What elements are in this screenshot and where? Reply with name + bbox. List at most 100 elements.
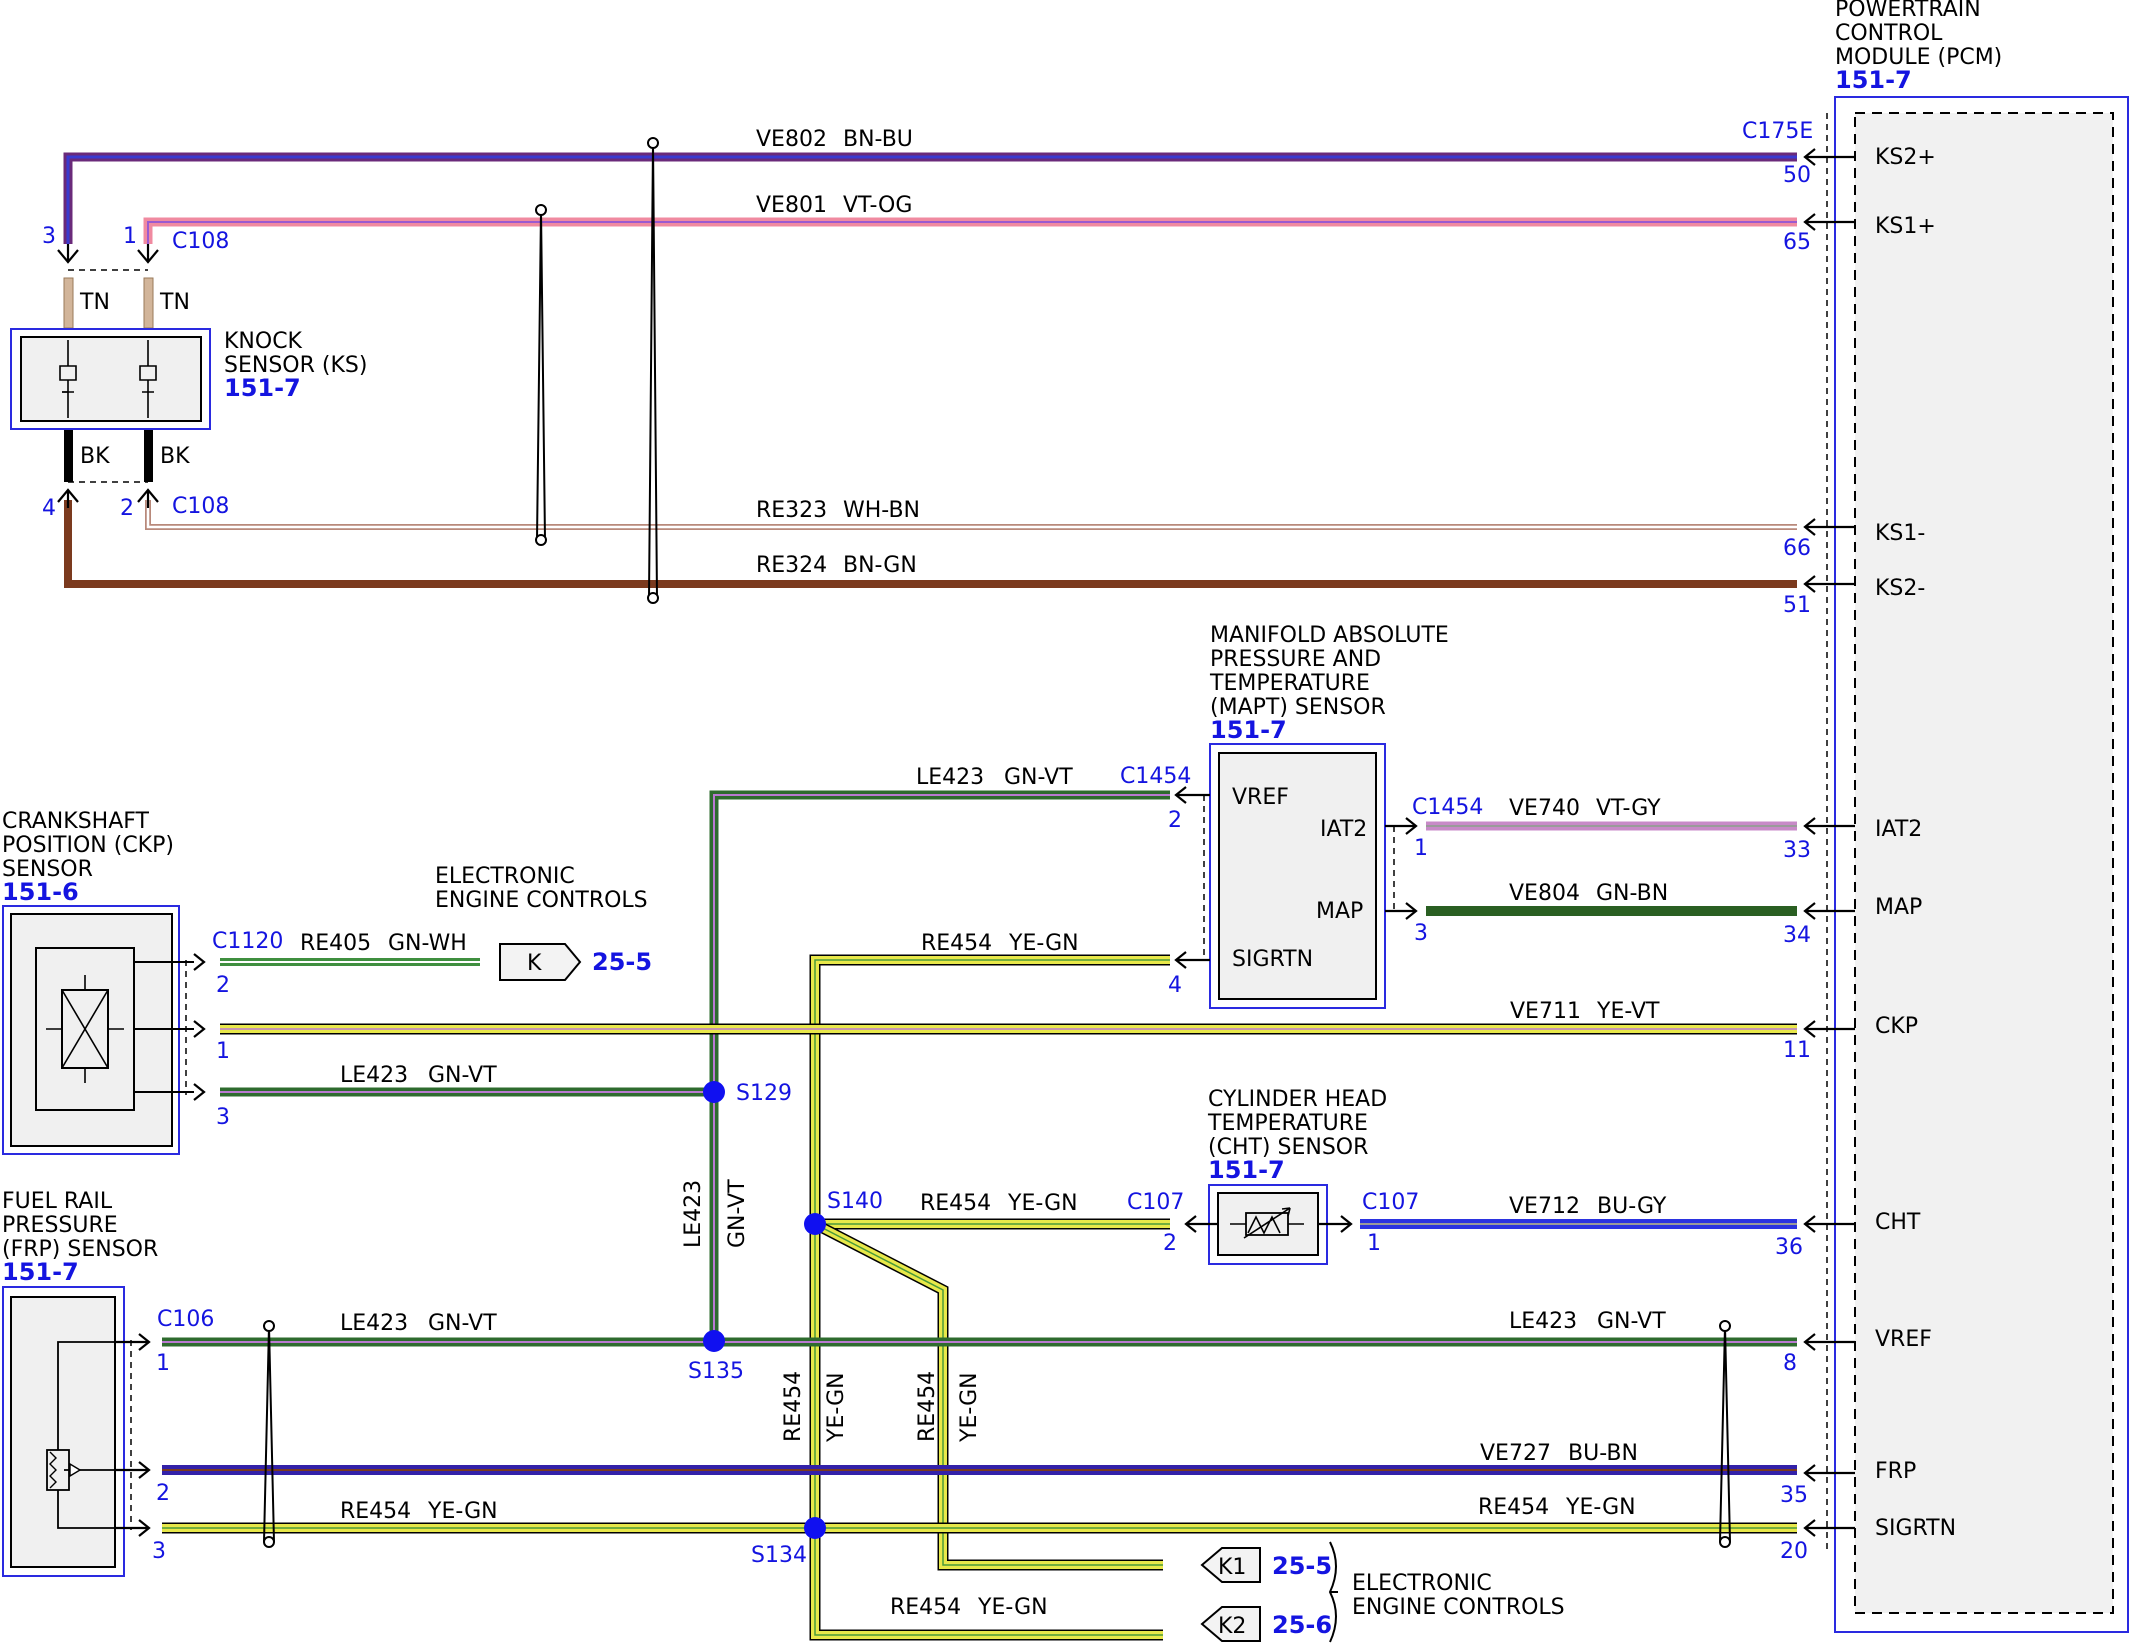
pcm-pin-label: FRP xyxy=(1875,1459,1916,1484)
wire-re323-body[interactable] xyxy=(145,500,1797,530)
pcm-pin-label: KS2- xyxy=(1875,576,1925,601)
ks-pin-2: 2 xyxy=(120,496,134,521)
pcm-title-line-2: CONTROL xyxy=(1835,21,1943,46)
wire-re454-frp[interactable]: RE454 YE-GN RE454 YE-GN xyxy=(162,1495,1797,1534)
pcm-pin-label: CKP xyxy=(1875,1014,1918,1039)
wire-circuit-label: LE423 xyxy=(916,765,984,790)
mapt-connector-right: C1454 xyxy=(1412,795,1483,820)
wire-circuit-label: RE405 xyxy=(300,931,371,956)
wire-ve727[interactable]: VE727 BU-BN xyxy=(162,1441,1797,1475)
wire-circuit-label: RE324 xyxy=(756,553,827,578)
wire-re454-k1-outline xyxy=(812,1219,1163,1571)
frp-reference[interactable]: 151-7 xyxy=(2,1258,79,1286)
wire-ve801[interactable]: VE801 VT-OG xyxy=(143,193,1797,244)
wire-color-label: YE-GN xyxy=(977,1595,1048,1620)
wire-re324[interactable]: RE324 BN-GN xyxy=(64,500,1797,588)
ckp-connector: C1120 xyxy=(212,929,283,954)
ckp-title-line-2: POSITION (CKP) xyxy=(2,833,174,858)
pcm-pin-number: 50 xyxy=(1783,163,1811,188)
mapt-title-line-1: MANIFOLD ABSOLUTE xyxy=(1210,623,1449,648)
wire-le423-frp[interactable]: LE423 GN-VT LE423 GN-VT xyxy=(162,1309,1797,1347)
wire-color-label: YE-GN xyxy=(824,1372,849,1443)
pcm-pin-number: 35 xyxy=(1780,1483,1808,1508)
pcm-pin-label: SIGRTN xyxy=(1875,1516,1956,1541)
mapt-pin-sigrtn: 4 xyxy=(1168,973,1182,998)
mapt-reference[interactable]: 151-7 xyxy=(1210,716,1287,744)
eec-k2-tag: K2 xyxy=(1218,1614,1246,1639)
wire-re323[interactable]: RE323 WH-BN xyxy=(145,498,1797,530)
splice-s140-dot[interactable] xyxy=(804,1213,826,1235)
wire-le423-ckp[interactable]: LE423 GN-VT xyxy=(220,1063,714,1097)
pcm-title-line-1: POWERTRAIN xyxy=(1835,0,1981,22)
wire-le423-vertical[interactable]: LE423 GN-VT xyxy=(681,1092,750,1341)
splice-s135-dot[interactable] xyxy=(703,1330,725,1352)
eec-top-reference[interactable]: 25-5 xyxy=(592,948,652,976)
cht-reference[interactable]: 151-7 xyxy=(1208,1156,1285,1184)
wire-le423-mapt[interactable]: LE423 GN-VT xyxy=(709,765,1170,1093)
pcm-reference[interactable]: 151-7 xyxy=(1835,66,1912,94)
wire-circuit-label: VE802 xyxy=(756,127,827,152)
wire-re454-k2-label: RE454 YE-GN xyxy=(890,1595,1048,1620)
wire-circuit-label: RE454 xyxy=(890,1595,961,1620)
eec-k1-reference[interactable]: 25-5 xyxy=(1272,1552,1332,1580)
pcm-pin-label: CHT xyxy=(1875,1210,1921,1235)
ks-lead-bk-2: BK xyxy=(160,444,190,469)
wire-color-label: GN-BN xyxy=(1596,881,1668,906)
eec-bottom-title-line-2: ENGINE CONTROLS xyxy=(1352,1595,1565,1620)
wire-re454-mapt-body[interactable] xyxy=(811,956,1170,1639)
wiring-diagram: POWERTRAIN CONTROL MODULE (PCM) 151-7 C1… xyxy=(2,0,2129,1643)
wire-color-label: YE-GN xyxy=(957,1372,982,1443)
wire-ve712[interactable]: VE712 BU-GY xyxy=(1360,1194,1797,1229)
frp-title-line-1: FUEL RAIL xyxy=(2,1189,113,1214)
pcm-connector-arrows xyxy=(1803,148,1855,1537)
wire-circuit-label: VE740 xyxy=(1509,796,1580,821)
splice-s134-label: S134 xyxy=(751,1543,807,1568)
ckp-pin-3: 3 xyxy=(216,1105,230,1130)
wire-color-label: GN-WH xyxy=(388,931,467,956)
cht-pin-1: 1 xyxy=(1367,1231,1381,1256)
mapt-title-line-2: PRESSURE AND xyxy=(1210,647,1381,672)
ks-reference[interactable]: 151-7 xyxy=(224,374,301,402)
wire-color-label: BN-BU xyxy=(843,127,913,152)
pcm-connector-label: C175E xyxy=(1742,119,1813,144)
splice-s129-dot[interactable] xyxy=(703,1081,725,1103)
wire-ve804[interactable]: VE804 GN-BN xyxy=(1426,881,1797,916)
splice-s134-dot[interactable] xyxy=(804,1517,826,1539)
pcm-pin-label: MAP xyxy=(1875,895,1922,920)
ks-pin-3: 3 xyxy=(42,224,56,249)
wire-ve802-body[interactable] xyxy=(63,152,1797,244)
pcm-pin-number: 65 xyxy=(1783,230,1811,255)
cht-title-line-2: TEMPERATURE xyxy=(1207,1111,1368,1136)
wire-color-label: GN-VT xyxy=(428,1311,497,1336)
ks-title-line-1: KNOCK xyxy=(224,329,303,354)
ckp-reference[interactable]: 151-6 xyxy=(2,878,79,906)
ks-connector-top-label: C108 xyxy=(172,229,229,254)
wire-color-label: VT-GY xyxy=(1596,796,1661,821)
wire-ve801-body[interactable] xyxy=(143,217,1797,244)
wire-re454-k1[interactable]: RE454 YE-GN xyxy=(812,1219,1163,1571)
splice-s135-label: S135 xyxy=(688,1359,744,1384)
wire-re324-body[interactable] xyxy=(64,500,1797,588)
frp-sensor: FUEL RAIL PRESSURE (FRP) SENSOR 151-7 C1… xyxy=(2,1189,214,1577)
ckp-sensor: CRANKSHAFT POSITION (CKP) SENSOR 151-6 C… xyxy=(2,809,283,1155)
wire-circuit-label: RE454 xyxy=(1478,1495,1549,1520)
wire-color-label: BN-GN xyxy=(843,553,917,578)
frp-pin-3: 3 xyxy=(152,1539,166,1564)
pcm-pin-number: 66 xyxy=(1783,536,1811,561)
pcm-pin-number: 36 xyxy=(1775,1235,1803,1260)
wire-ve711[interactable]: VE711 YE-VT xyxy=(220,999,1797,1035)
eec-k2-reference[interactable]: 25-6 xyxy=(1272,1611,1332,1639)
wire-re454-mapt-stripe xyxy=(814,959,1170,1636)
wire-re454-k1-body[interactable] xyxy=(813,1220,1163,1569)
mapt-pin-map: 3 xyxy=(1414,921,1428,946)
eec-top-title-line-1: ELECTRONIC xyxy=(435,864,575,889)
wire-color-label: YE-GN xyxy=(1565,1495,1636,1520)
wire-circuit-label: LE423 xyxy=(1509,1309,1577,1334)
eec-top-title-line-2: ENGINE CONTROLS xyxy=(435,888,648,913)
eec-bottom-title-line-1: ELECTRONIC xyxy=(1352,1571,1492,1596)
ks-lead-tn-1: TN xyxy=(79,290,110,315)
ks-lead-tn-2: TN xyxy=(159,290,190,315)
frp-pin-1: 1 xyxy=(156,1351,170,1376)
wire-circuit-label: VE801 xyxy=(756,193,827,218)
ks-pin-1: 1 xyxy=(123,224,137,249)
